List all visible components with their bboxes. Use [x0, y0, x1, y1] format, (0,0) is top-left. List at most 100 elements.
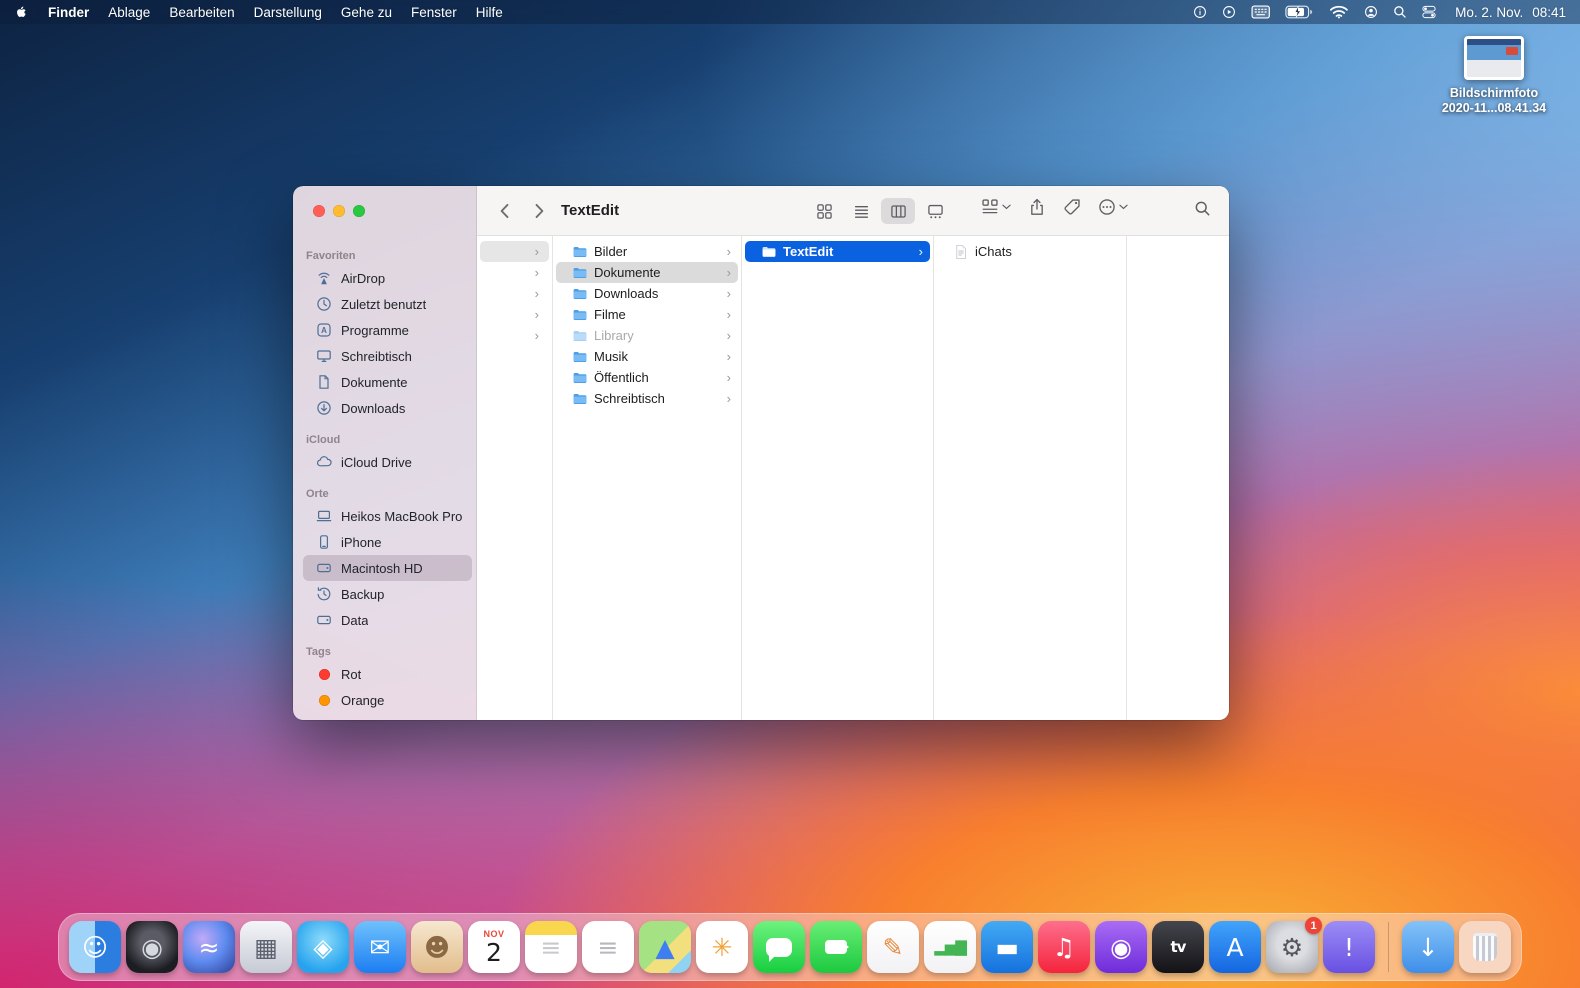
app-glyph: ◉: [1110, 935, 1132, 960]
tag-color-icon: [315, 692, 333, 708]
battery-icon[interactable]: [1285, 5, 1314, 19]
dock-item-facetime[interactable]: [810, 921, 862, 973]
dock-item-contacts[interactable]: ☻: [411, 921, 463, 973]
sidebar-item-zuletzt-benutzt[interactable]: Zuletzt benutzt: [303, 291, 472, 317]
sidebar-item-downloads[interactable]: Downloads: [303, 395, 472, 421]
file-row-library[interactable]: Library›: [556, 325, 738, 346]
dock-item-finder[interactable]: ☺: [69, 921, 121, 973]
dock-item-apple-tv[interactable]: tv: [1152, 921, 1204, 973]
minimize-button[interactable]: [333, 205, 345, 217]
dock-item-keynote[interactable]: ▬: [981, 921, 1033, 973]
dock-item-safari[interactable]: ◈: [297, 921, 349, 973]
sidebar-item-dokumente[interactable]: Dokumente: [303, 369, 472, 395]
menubar-status-area: Mo. 2. Nov. 08:41: [1193, 5, 1566, 20]
dock-item-notes[interactable]: ≡: [525, 921, 577, 973]
sidebar-item-label: Data: [341, 613, 368, 628]
sidebar-item-schreibtisch[interactable]: Schreibtisch: [303, 343, 472, 369]
file-row[interactable]: ›: [480, 325, 549, 346]
zoom-button[interactable]: [353, 205, 365, 217]
search-button[interactable]: [1194, 200, 1211, 222]
dock-item-time-machine[interactable]: ◉: [126, 921, 178, 973]
app-glyph: 2: [486, 940, 502, 965]
file-row-bilder[interactable]: Bilder›: [556, 241, 738, 262]
chevron-right-icon: ›: [535, 287, 541, 300]
input-source-icon[interactable]: [1251, 5, 1270, 19]
menubar-menu-fenster[interactable]: Fenster: [411, 5, 457, 20]
tag-color-icon: [315, 718, 333, 720]
chevron-right-icon: ›: [727, 308, 733, 321]
dock-item-launchpad[interactable]: ▦: [240, 921, 292, 973]
file-row-ichats[interactable]: iChats: [937, 241, 1123, 262]
share-button[interactable]: [1028, 198, 1046, 216]
file-row[interactable]: ›: [480, 304, 549, 325]
menubar-menu-ablage[interactable]: Ablage: [108, 5, 150, 20]
dock-item-calendar[interactable]: NOV2: [468, 921, 520, 973]
close-button[interactable]: [313, 205, 325, 217]
more-actions-button[interactable]: [1098, 198, 1128, 216]
apple-menu[interactable]: [14, 4, 30, 20]
dock-item-trash[interactable]: [1459, 921, 1511, 973]
file-row-label: Downloads: [594, 286, 721, 301]
file-row[interactable]: ›: [480, 283, 549, 304]
back-button[interactable]: [493, 199, 517, 223]
sidebar-item-airdrop[interactable]: AirDrop: [303, 265, 472, 291]
app-glyph: ↓: [1418, 935, 1439, 960]
dock-item-messages[interactable]: [753, 921, 805, 973]
file-row-downloads[interactable]: Downloads›: [556, 283, 738, 304]
file-row-textedit[interactable]: TextEdit›: [745, 241, 930, 262]
dock-item-music[interactable]: ♫: [1038, 921, 1090, 973]
podcasts-icon: ◉: [1095, 921, 1147, 973]
sidebar-item-heikos-macbook-pro[interactable]: Heikos MacBook Pro: [303, 503, 472, 529]
icon-view-button[interactable]: [807, 198, 841, 224]
wifi-icon[interactable]: [1329, 5, 1349, 19]
dock-item-photos[interactable]: ✳: [696, 921, 748, 973]
file-row-filme[interactable]: Filme›: [556, 304, 738, 325]
sidebar-item-orange[interactable]: Orange: [303, 687, 472, 713]
sidebar-item-rot[interactable]: Rot: [303, 661, 472, 687]
sidebar-item-macintosh-hd[interactable]: Macintosh HD: [303, 555, 472, 581]
menubar-menu-hilfe[interactable]: Hilfe: [476, 5, 503, 20]
spotlight-icon[interactable]: [1393, 5, 1407, 19]
menubar-menu-finder[interactable]: Finder: [48, 5, 89, 20]
sidebar-item-backup[interactable]: Backup: [303, 581, 472, 607]
chevron-right-icon: ›: [535, 329, 541, 342]
group-by-button[interactable]: [981, 198, 1011, 216]
column-view-button[interactable]: [881, 198, 915, 224]
sidebar-item-gelb[interactable]: Gelb: [303, 713, 472, 720]
sidebar-item-programme[interactable]: AProgramme: [303, 317, 472, 343]
dock-item-numbers[interactable]: ▂▅▇: [924, 921, 976, 973]
dock-area: ☺◉≈▦◈✉☻NOV2≡≡▲✳✎▂▅▇▬♫◉tvA⚙1!↓: [58, 913, 1522, 981]
sidebar-item-data[interactable]: Data: [303, 607, 472, 633]
dock-item-app-store[interactable]: A: [1209, 921, 1261, 973]
file-row-musik[interactable]: Musik›: [556, 346, 738, 367]
dock-item-mail[interactable]: ✉: [354, 921, 406, 973]
gallery-view-button[interactable]: [918, 198, 952, 224]
dock-item-system-preferences[interactable]: ⚙1: [1266, 921, 1318, 973]
list-view-button[interactable]: [844, 198, 878, 224]
file-row-dokumente[interactable]: Dokumente›: [556, 262, 738, 283]
dock-item-reminders[interactable]: ≡: [582, 921, 634, 973]
file-row-offentlich[interactable]: Öffentlich›: [556, 367, 738, 388]
menubar-menu-bearbeiten[interactable]: Bearbeiten: [169, 5, 234, 20]
screen-mirroring-icon[interactable]: [1222, 5, 1236, 19]
file-row-schreibtisch[interactable]: Schreibtisch›: [556, 388, 738, 409]
menubar-clock[interactable]: Mo. 2. Nov. 08:41: [1455, 5, 1566, 20]
dock-item-siri[interactable]: ≈: [183, 921, 235, 973]
menubar-menu-darstellung[interactable]: Darstellung: [254, 5, 322, 20]
info-icon[interactable]: [1193, 5, 1207, 19]
control-center-icon[interactable]: [1422, 5, 1436, 19]
dock-item-podcasts[interactable]: ◉: [1095, 921, 1147, 973]
tag-button[interactable]: [1063, 198, 1081, 216]
sidebar-item-icloud-drive[interactable]: iCloud Drive: [303, 449, 472, 475]
menubar-menu-gehe-zu[interactable]: Gehe zu: [341, 5, 392, 20]
dock-item-downloads-folder[interactable]: ↓: [1402, 921, 1454, 973]
file-row[interactable]: ›: [480, 262, 549, 283]
dock-item-feedback-assistant[interactable]: !: [1323, 921, 1375, 973]
desktop-screenshot-file[interactable]: Bildschirmfoto 2020-11...08.41.34: [1428, 36, 1560, 116]
dock-item-maps[interactable]: ▲: [639, 921, 691, 973]
file-row[interactable]: ›: [480, 241, 549, 262]
user-icon[interactable]: [1364, 5, 1378, 19]
forward-button[interactable]: [527, 199, 551, 223]
sidebar-item-iphone[interactable]: iPhone: [303, 529, 472, 555]
dock-item-pages[interactable]: ✎: [867, 921, 919, 973]
